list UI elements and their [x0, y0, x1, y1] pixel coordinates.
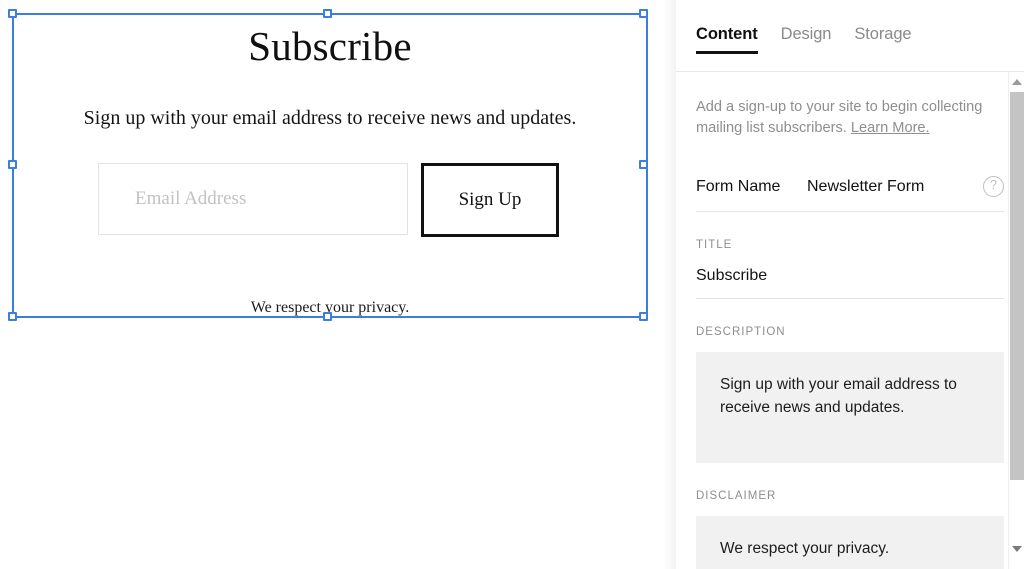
resize-handle-middle-right[interactable] [639, 160, 648, 169]
resize-handle-bottom-left[interactable] [8, 312, 17, 321]
form-name-row[interactable]: Form Name Newsletter Form ? [696, 162, 1004, 213]
sign-up-button[interactable]: Sign Up [421, 163, 559, 237]
form-name-label: Form Name [696, 177, 781, 195]
disclaimer-field-group: DISCLAIMER We respect your privacy. [696, 463, 1004, 569]
scroll-down-arrow-icon[interactable] [1009, 541, 1024, 557]
resize-handle-top-center[interactable] [323, 9, 332, 18]
panel-scroll-area[interactable]: Add a sign-up to your site to begin coll… [676, 72, 1024, 569]
resize-handle-middle-left[interactable] [8, 160, 17, 169]
resize-handle-bottom-center[interactable] [323, 312, 332, 321]
settings-panel: Content Design Storage Add a sign-up to … [676, 0, 1024, 569]
title-field-label: TITLE [696, 239, 733, 252]
panel-edge-shadow [662, 0, 676, 569]
block-title: Subscribe [248, 23, 412, 69]
title-field-group: TITLE Subscribe [696, 212, 1004, 300]
panel-scrollbar[interactable] [1008, 72, 1024, 569]
site-preview-canvas[interactable]: Subscribe Sign up with your email addres… [0, 0, 676, 569]
help-icon[interactable]: ? [983, 176, 1004, 198]
resize-handle-top-right[interactable] [639, 9, 648, 18]
block-description: Sign up with your email address to recei… [83, 107, 577, 129]
disclaimer-field-label: DISCLAIMER [696, 490, 777, 503]
learn-more-link[interactable]: Learn More. [851, 120, 930, 136]
description-field-group: DESCRIPTION Sign up with your email addr… [696, 299, 1004, 464]
description-field-textarea[interactable]: Sign up with your email address to recei… [696, 352, 1004, 464]
form-name-value[interactable]: Newsletter Form [807, 178, 983, 196]
subscribe-block-editor: Subscribe Sign up with your email addres… [0, 0, 1024, 569]
tab-storage[interactable]: Storage [854, 5, 911, 66]
description-field-label: DESCRIPTION [696, 326, 786, 339]
newsletter-block[interactable]: Subscribe Sign up with your email addres… [12, 13, 648, 318]
tab-design[interactable]: Design [781, 5, 832, 66]
tab-content[interactable]: Content [696, 5, 758, 66]
panel-intro-text: Add a sign-up to your site to begin coll… [696, 72, 984, 139]
title-field-input[interactable]: Subscribe [696, 251, 1004, 300]
panel-tab-bar: Content Design Storage [676, 0, 1024, 72]
resize-handle-bottom-right[interactable] [639, 312, 648, 321]
email-address-input[interactable]: Email Address [98, 163, 408, 235]
panel-intro-sentence: Add a sign-up to your site to begin coll… [696, 99, 983, 137]
scrollbar-thumb[interactable] [1010, 92, 1024, 480]
scroll-up-arrow-icon[interactable] [1009, 74, 1024, 90]
disclaimer-field-textarea[interactable]: We respect your privacy. [696, 516, 1004, 569]
signup-form-row: Email Address Sign Up [98, 163, 559, 237]
resize-handle-top-left[interactable] [8, 9, 17, 18]
